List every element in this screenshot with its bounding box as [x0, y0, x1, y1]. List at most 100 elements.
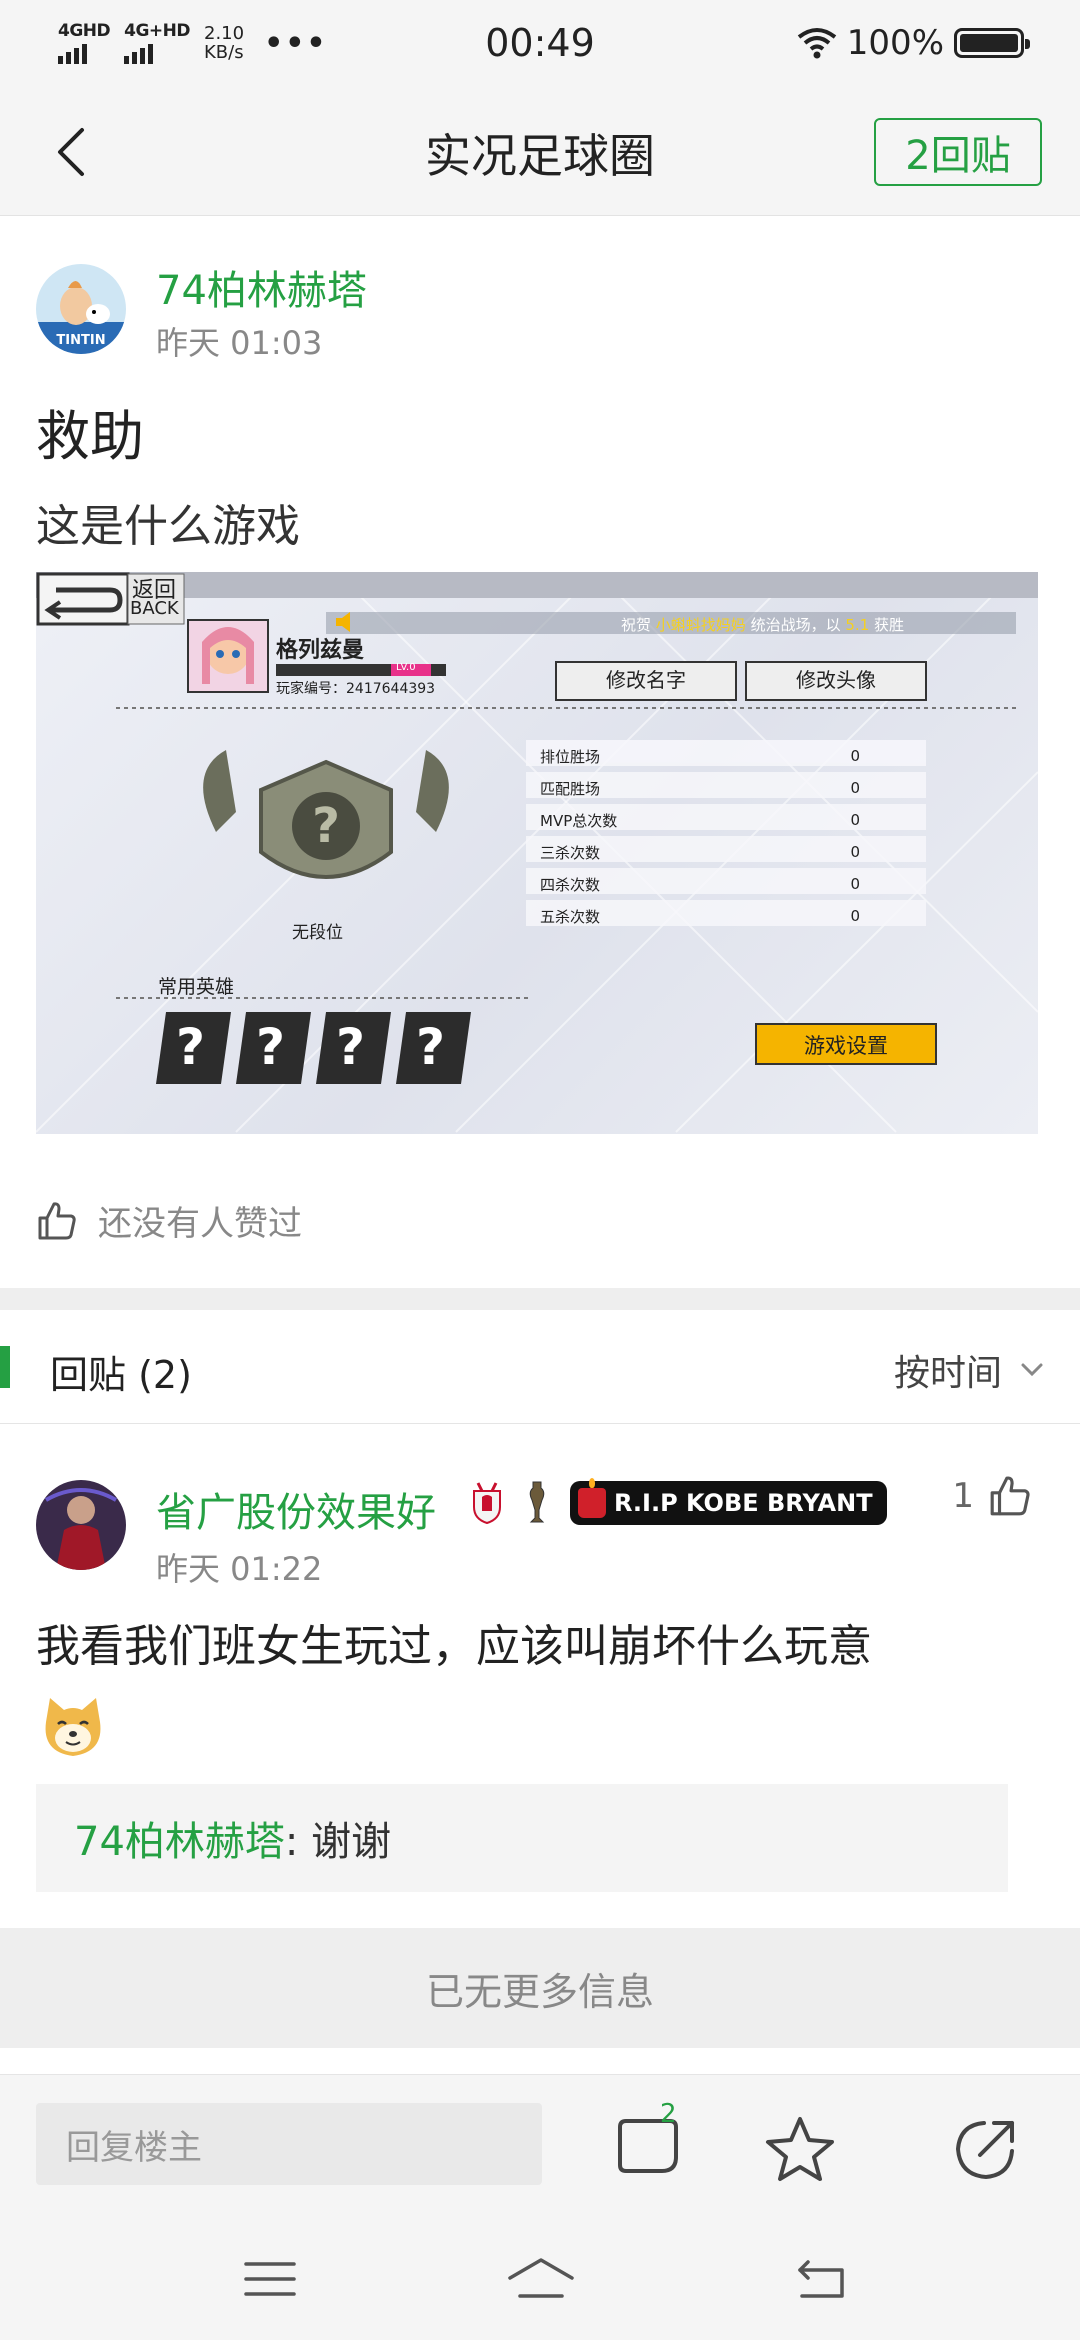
marquee-prefix: 祝贺	[621, 616, 652, 634]
replies-header: 回贴 (2) 按时间	[0, 1310, 1080, 1424]
reply-input[interactable]: 回复楼主	[36, 2103, 542, 2185]
post-body: 这是什么游戏	[36, 501, 300, 552]
stat-label: 三杀次数	[540, 843, 601, 862]
no-more-info: 已无更多信息	[0, 1928, 1080, 2048]
badge-text: R.I.P KOBE BRYANT	[614, 1489, 873, 1517]
game-hero-slot: ?	[176, 1018, 206, 1076]
game-stat-row: 三杀次数 0	[540, 836, 920, 868]
sub-reply-text: : 谢谢	[284, 1819, 392, 1865]
more-notifications-icon: •••	[264, 25, 328, 61]
author-avatar[interactable]: TINTIN	[36, 264, 126, 354]
network-4g-plus-indicator: 4G+HD	[124, 20, 190, 64]
game-hero-slot: ?	[416, 1018, 446, 1076]
back-nav-icon[interactable]	[792, 2254, 852, 2304]
marquee-suffix: 统治战场，以	[750, 616, 841, 634]
game-stats-list: 排位胜场 0 匹配胜场 0 MVP总次数 0 三杀次数 0 四杀次数 0 五杀次数 0	[540, 740, 920, 932]
reply-time: 昨天 01:22	[156, 1550, 323, 1588]
sort-dropdown[interactable]: 按时间	[894, 1344, 1044, 1396]
reply-count-button[interactable]: 2回贴	[874, 118, 1042, 186]
section-divider	[0, 1288, 1080, 1310]
reply-like-button[interactable]: 1	[952, 1474, 1032, 1518]
game-hero-slot: ?	[256, 1018, 286, 1076]
stat-value: 0	[850, 875, 860, 893]
chevron-down-icon	[1021, 1363, 1043, 1377]
sub-reply[interactable]: 74柏林赫塔 : 谢谢	[36, 1784, 1008, 1892]
sub-reply-author[interactable]: 74柏林赫塔	[74, 1809, 285, 1867]
battery-icon	[954, 28, 1030, 58]
game-stat-row: MVP总次数 0	[540, 804, 920, 836]
game-heroes-label: 常用英雄	[158, 976, 235, 998]
stat-value: 0	[850, 843, 860, 861]
game-rename-button: 修改名字	[606, 668, 686, 692]
game-back-label-en: BACK	[130, 598, 179, 619]
battery-percent: 100%	[846, 23, 944, 63]
likes-text: 还没有人赞过	[98, 1204, 302, 1244]
stat-value: 0	[850, 747, 860, 765]
game-marquee: 祝贺 小蝌蚪找妈妈 统治战场，以 5.1 获胜	[621, 614, 904, 635]
reply-like-count: 1	[952, 1476, 974, 1516]
post-image[interactable]: ? 返回 BACK 祝贺 小蝌蚪找妈妈 统治战场，以 5.1 获胜 格列兹曼 L…	[36, 572, 1038, 1134]
like-row[interactable]: 还没有人赞过	[36, 1196, 302, 1245]
network-label-1: 4GHD	[58, 20, 111, 41]
menu-icon[interactable]	[240, 2254, 300, 2304]
game-settings-button: 游戏设置	[804, 1034, 888, 1058]
stat-value: 0	[850, 779, 860, 797]
game-hero-slot: ?	[336, 1018, 366, 1076]
author-name[interactable]: 74柏林赫塔	[156, 258, 367, 316]
rip-kobe-badge: R.I.P KOBE BRYANT	[570, 1478, 887, 1525]
app-header: 实况足球圈 2回贴	[0, 86, 1080, 216]
game-change-avatar-button: 修改头像	[796, 668, 876, 692]
stat-value: 0	[850, 907, 860, 925]
game-stat-row: 五杀次数 0	[540, 900, 920, 932]
status-bar: 4GHD 4G+HD 2.10 KB/s ••• 00:49 100%	[0, 0, 1080, 86]
trophy-icon	[529, 1481, 545, 1523]
stat-label: 五杀次数	[540, 907, 601, 926]
game-rank-label: 无段位	[292, 923, 343, 943]
reply-author-name[interactable]: 省广股份效果好	[156, 1480, 436, 1538]
replies-title: 回贴 (2)	[50, 1353, 192, 1397]
stat-label: 匹配胜场	[540, 779, 601, 798]
stat-label: MVP总次数	[540, 811, 618, 830]
reply-item: 省广股份效果好 R.I.P KOBE BRYANT 1 昨天 01:22 我看我…	[0, 1424, 1080, 1928]
star-icon[interactable]	[764, 2113, 836, 2185]
signal-bars-icon	[58, 43, 87, 64]
post-time: 昨天 01:03	[156, 324, 323, 362]
game-level: LV.0	[396, 662, 416, 673]
candle-icon	[578, 1478, 606, 1518]
game-stat-row: 匹配胜场 0	[540, 772, 920, 804]
game-player-id: 玩家编号：2417644393	[276, 681, 436, 697]
post-title: 救助	[36, 405, 144, 468]
share-icon[interactable]	[950, 2113, 1022, 2185]
game-player-name: 格列兹曼	[276, 638, 365, 663]
game-stat-row: 四杀次数 0	[540, 868, 920, 900]
reply-author-avatar[interactable]	[36, 1480, 126, 1570]
liverpool-crest-icon	[473, 1482, 501, 1525]
marquee-end: 获胜	[874, 616, 905, 634]
speed-value: 2.10	[204, 23, 245, 44]
signal-bars-icon	[124, 43, 154, 64]
thumbs-up-icon[interactable]	[36, 1200, 78, 1242]
home-icon[interactable]	[506, 2254, 576, 2304]
network-4g-indicator: 4GHD	[58, 20, 111, 64]
game-stat-row: 排位胜场 0	[540, 740, 920, 772]
user-badges: R.I.P KOBE BRYANT	[470, 1478, 887, 1526]
reply-text: 我看我们班女生玩过，应该叫崩坏什么玩意	[36, 1621, 872, 1672]
thumbs-up-icon	[990, 1476, 1030, 1516]
system-nav-bar	[0, 2216, 1080, 2340]
network-label-2: 4G+HD	[124, 20, 190, 41]
stat-label: 排位胜场	[540, 747, 601, 766]
svg-text:?: ?	[312, 798, 340, 854]
sort-label: 按时间	[893, 1353, 1002, 1394]
svg-text:TINTIN: TINTIN	[56, 333, 105, 348]
comment-count-badge: 2	[660, 2099, 677, 2129]
doge-emoji-icon	[45, 1698, 101, 1756]
stat-value: 0	[850, 811, 860, 829]
speed-unit: KB/s	[204, 42, 244, 63]
section-accent-bar	[0, 1346, 10, 1388]
stat-label: 四杀次数	[540, 875, 601, 894]
marquee-name: 小蝌蚪找妈妈	[655, 616, 746, 634]
bottom-reply-bar: 回复楼主 2	[0, 2074, 1080, 2216]
marquee-num: 5.1	[845, 616, 870, 634]
network-speed: 2.10 KB/s	[204, 24, 244, 62]
wifi-icon	[797, 28, 837, 59]
